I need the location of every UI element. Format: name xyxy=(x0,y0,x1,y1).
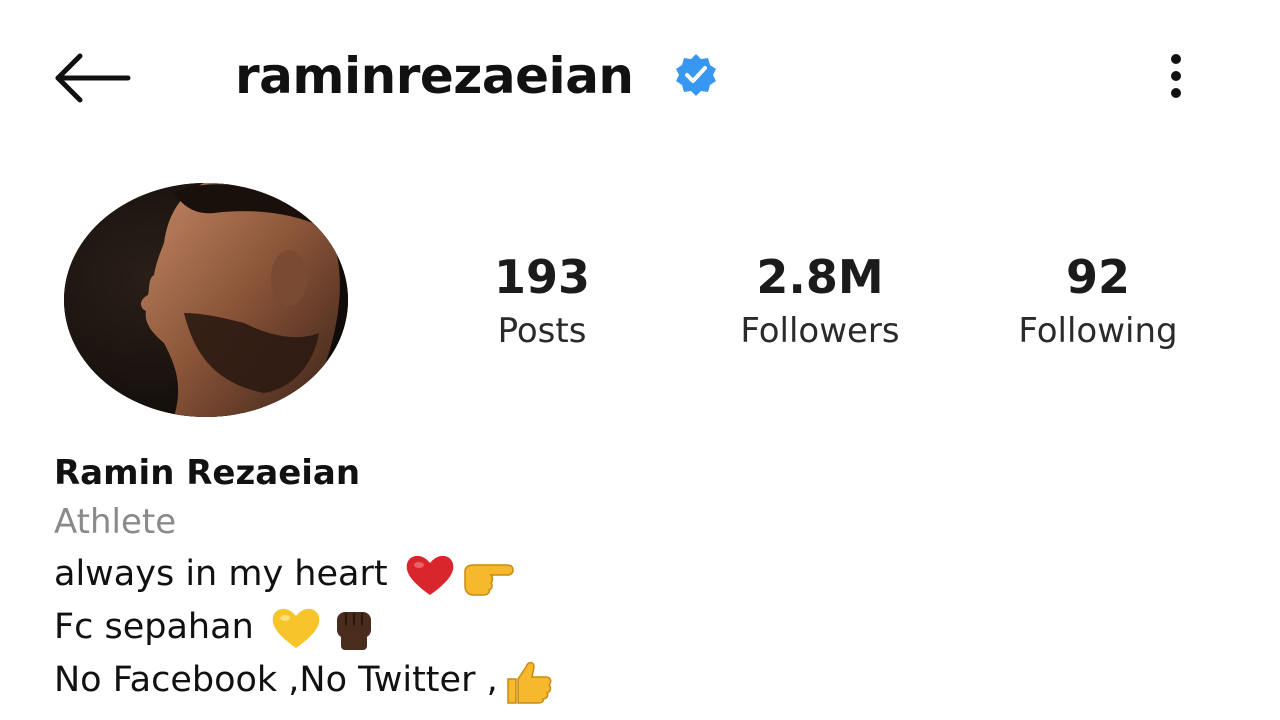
followers-label: Followers xyxy=(740,311,900,351)
raised-fist-dark-icon xyxy=(327,604,381,652)
posts-count: 193 xyxy=(493,250,591,304)
red-heart-icon xyxy=(403,551,457,599)
posts-stat[interactable]: 193 Posts xyxy=(412,248,672,356)
bio-line-text: No Facebook ,No Twitter , xyxy=(54,660,498,700)
more-options-button[interactable] xyxy=(1150,48,1202,104)
followers-count: 2.8M xyxy=(756,250,884,304)
following-count: 92 xyxy=(1065,250,1130,304)
profile-avatar[interactable] xyxy=(64,183,348,417)
arrow-left-icon xyxy=(55,53,131,103)
bio-line-text: Fc sepahan xyxy=(54,607,265,647)
yellow-heart-icon xyxy=(269,604,323,652)
profile-full-name: Ramin Rezaeian xyxy=(54,453,361,493)
following-label: Following xyxy=(1018,311,1178,351)
bio-line: Fc sepahan xyxy=(54,601,1054,654)
profile-category: Athlete xyxy=(54,502,177,542)
vertical-ellipsis-icon xyxy=(1171,54,1181,98)
back-button[interactable] xyxy=(50,50,134,106)
pointing-right-hand-icon xyxy=(461,551,515,599)
profile-username: raminrezaeian xyxy=(235,47,634,105)
verified-badge-icon xyxy=(676,54,716,96)
following-stat[interactable]: 92 Following xyxy=(968,248,1228,356)
posts-label: Posts xyxy=(497,311,587,351)
bio-line: No Facebook ,No Twitter , xyxy=(54,654,1054,707)
bio-line-text: always in my heart xyxy=(54,554,399,594)
thumbs-up-icon xyxy=(502,657,556,705)
followers-stat[interactable]: 2.8M Followers xyxy=(690,248,950,356)
bio-line: always in my heart xyxy=(54,548,1054,601)
profile-bio: Ramin Rezaeian Athlete always in my hear… xyxy=(54,450,1054,707)
profile-page: raminrezaeian 193 Posts 2.8M Followers 9… xyxy=(0,0,1280,720)
